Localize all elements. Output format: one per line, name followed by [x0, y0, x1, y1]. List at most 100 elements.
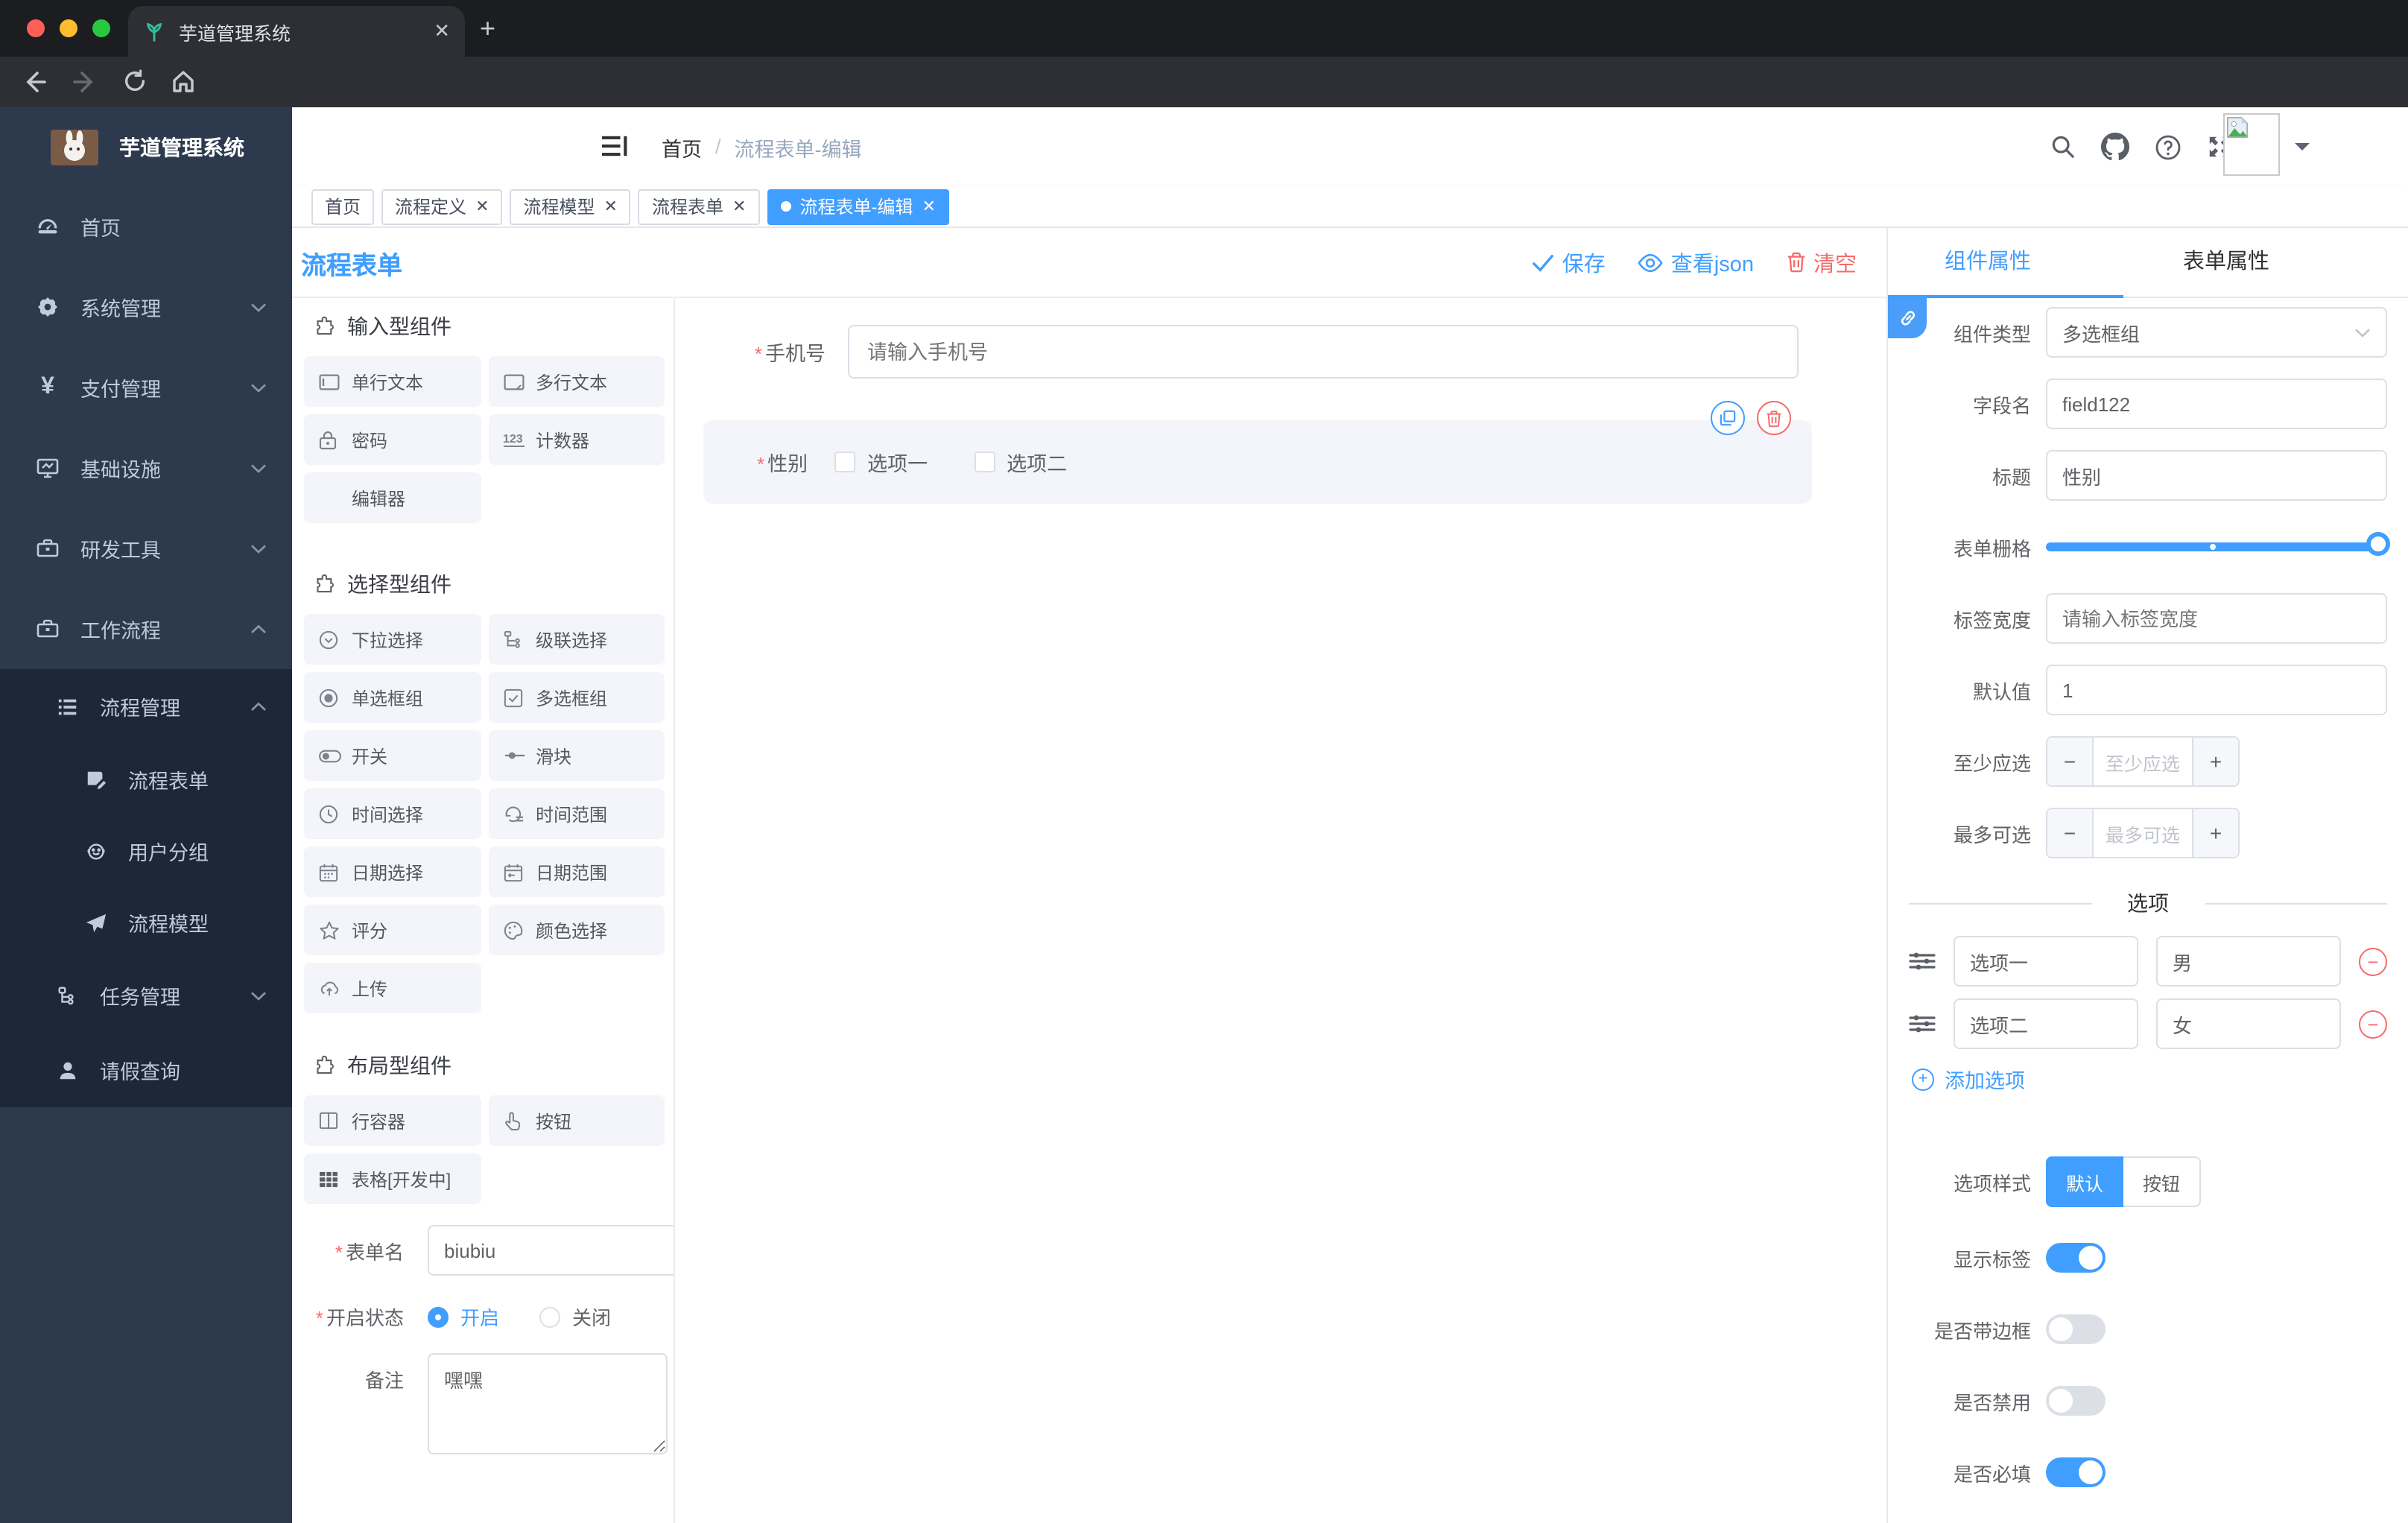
palette-item-color-picker[interactable]: 颜色选择: [488, 905, 665, 955]
palette-item-date-picker[interactable]: 日期选择: [304, 846, 481, 897]
avatar[interactable]: [2223, 113, 2280, 176]
tag-process-definition[interactable]: 流程定义 ✕: [381, 189, 503, 224]
slider-handle[interactable]: [2366, 532, 2390, 556]
sidebar-item-payment[interactable]: ¥ 支付管理: [0, 347, 292, 428]
sidebar-item-process-model[interactable]: 流程模型: [0, 887, 292, 958]
max-select-value[interactable]: 最多可选: [2092, 809, 2193, 857]
tab-close-icon[interactable]: ✕: [434, 19, 450, 43]
tag-process-form-edit[interactable]: 流程表单-编辑 ✕: [767, 189, 949, 224]
back-icon[interactable]: [21, 69, 48, 95]
palette-item-switch[interactable]: 开关: [304, 730, 481, 781]
github-icon[interactable]: [2101, 133, 2130, 161]
option1-value-input[interactable]: [2156, 936, 2341, 987]
gender-option2-checkbox[interactable]: [974, 452, 995, 472]
decrease-button[interactable]: −: [2047, 738, 2092, 785]
increase-button[interactable]: +: [2193, 809, 2238, 857]
add-option-button[interactable]: + 添加选项: [1912, 1064, 2387, 1094]
palette-item-time-picker[interactable]: 时间选择: [304, 788, 481, 839]
style-default-button[interactable]: 默认: [2046, 1156, 2123, 1207]
browser-tab[interactable]: 芋道管理系统 ✕: [128, 6, 465, 57]
phone-field-input[interactable]: [848, 325, 1799, 379]
palette-item-textarea[interactable]: 多行文本: [488, 356, 665, 407]
show-label-toggle[interactable]: [2046, 1243, 2106, 1273]
form-remark-textarea[interactable]: 嘿嘿: [428, 1353, 668, 1454]
decrease-button[interactable]: −: [2047, 809, 2092, 857]
default-value-input[interactable]: [2046, 665, 2387, 715]
palette-item-select[interactable]: 下拉选择: [304, 614, 481, 665]
window-minimize-button[interactable]: [60, 19, 77, 37]
tag-close-icon[interactable]: ✕: [604, 197, 618, 216]
tab-component-props[interactable]: 组件属性: [1945, 228, 2031, 297]
sidebar-item-leave-query[interactable]: 请假查询: [0, 1033, 292, 1107]
palette-item-upload[interactable]: 上传: [304, 963, 481, 1013]
palette-item-time-range[interactable]: 时间范围: [488, 788, 665, 839]
link-icon[interactable]: [1888, 298, 1927, 338]
window-zoom-button[interactable]: [92, 19, 110, 37]
palette-item-radio-group[interactable]: 单选框组: [304, 672, 481, 723]
title-input[interactable]: [2046, 450, 2387, 501]
gender-option2-label[interactable]: 选项二: [1007, 447, 1067, 477]
status-on-label[interactable]: 开启: [460, 1302, 499, 1331]
sidebar-item-process-manage[interactable]: 流程管理: [0, 669, 292, 744]
sidebar-item-user-group[interactable]: 用户分组: [0, 815, 292, 887]
palette-item-editor[interactable]: 编辑器: [304, 472, 481, 523]
reload-icon[interactable]: [122, 69, 148, 94]
clear-button[interactable]: 清空: [1787, 247, 1857, 278]
view-json-button[interactable]: 查看json: [1638, 247, 1754, 278]
sidebar-item-workflow[interactable]: 工作流程: [0, 589, 292, 669]
border-toggle[interactable]: [2046, 1314, 2106, 1344]
form-grid-slider[interactable]: [2046, 522, 2390, 572]
status-off-radio[interactable]: [539, 1306, 561, 1327]
copy-component-button[interactable]: [1711, 401, 1745, 435]
style-button-button[interactable]: 按钮: [2123, 1156, 2201, 1207]
breadcrumb-home[interactable]: 首页: [662, 132, 702, 162]
delete-component-button[interactable]: [1757, 401, 1791, 435]
phone-field-row[interactable]: * 手机号: [677, 325, 1886, 379]
sidebar-item-infra[interactable]: 基础设施: [0, 428, 292, 508]
sidebar-item-home[interactable]: 首页: [0, 186, 292, 267]
palette-item-table[interactable]: 表格[开发中]: [304, 1153, 481, 1204]
palette-item-counter[interactable]: 123 计数器: [488, 414, 665, 465]
slider-track[interactable]: [2046, 542, 2387, 551]
palette-item-single-text[interactable]: 单行文本: [304, 356, 481, 407]
forward-icon[interactable]: [72, 69, 98, 95]
component-type-select[interactable]: 多选框组: [2046, 307, 2387, 358]
window-close-button[interactable]: [27, 19, 45, 37]
tag-home[interactable]: 首页: [311, 189, 375, 224]
palette-item-slider[interactable]: 滑块: [488, 730, 665, 781]
palette-item-password[interactable]: 密码: [304, 414, 481, 465]
help-icon[interactable]: [2155, 133, 2182, 160]
palette-item-cascader[interactable]: 级联选择: [488, 614, 665, 665]
hamburger-icon[interactable]: [602, 134, 627, 158]
remove-option-icon[interactable]: −: [2359, 947, 2387, 975]
selected-component-gender[interactable]: * 性别 选项一 选项二: [703, 401, 1812, 504]
min-select-value[interactable]: 至少应选: [2092, 738, 2193, 785]
search-icon[interactable]: [2051, 134, 2076, 159]
sidebar-logo[interactable]: 芋道管理系统: [0, 107, 292, 186]
save-button[interactable]: 保存: [1533, 247, 1606, 278]
remove-option-icon[interactable]: −: [2359, 1010, 2387, 1038]
tag-close-icon[interactable]: ✕: [922, 197, 935, 216]
palette-item-checkbox-group[interactable]: 多选框组: [488, 672, 665, 723]
label-width-input[interactable]: [2046, 593, 2387, 644]
palette-item-button[interactable]: 按钮: [488, 1095, 665, 1146]
status-off-label[interactable]: 关闭: [572, 1302, 611, 1331]
option1-label-input[interactable]: [1954, 936, 2138, 987]
sidebar-item-devtools[interactable]: 研发工具: [0, 508, 292, 589]
drag-handle-icon[interactable]: [1909, 951, 1936, 972]
palette-item-rate[interactable]: 评分: [304, 905, 481, 955]
disabled-toggle[interactable]: [2046, 1386, 2106, 1416]
palette-item-date-range[interactable]: 日期范围: [488, 846, 665, 897]
tag-close-icon[interactable]: ✕: [475, 197, 489, 216]
sidebar-item-task-manage[interactable]: 任务管理: [0, 958, 292, 1033]
status-on-radio[interactable]: [428, 1306, 449, 1327]
sidebar-item-process-form[interactable]: 流程表单: [0, 744, 292, 815]
new-tab-button[interactable]: +: [480, 15, 495, 42]
option2-label-input[interactable]: [1954, 998, 2138, 1049]
tag-process-form[interactable]: 流程表单 ✕: [638, 189, 760, 224]
sidebar-item-system[interactable]: 系统管理: [0, 267, 292, 347]
increase-button[interactable]: +: [2193, 738, 2238, 785]
form-name-input[interactable]: [428, 1225, 674, 1276]
drag-handle-icon[interactable]: [1909, 1013, 1936, 1034]
option2-value-input[interactable]: [2156, 998, 2341, 1049]
